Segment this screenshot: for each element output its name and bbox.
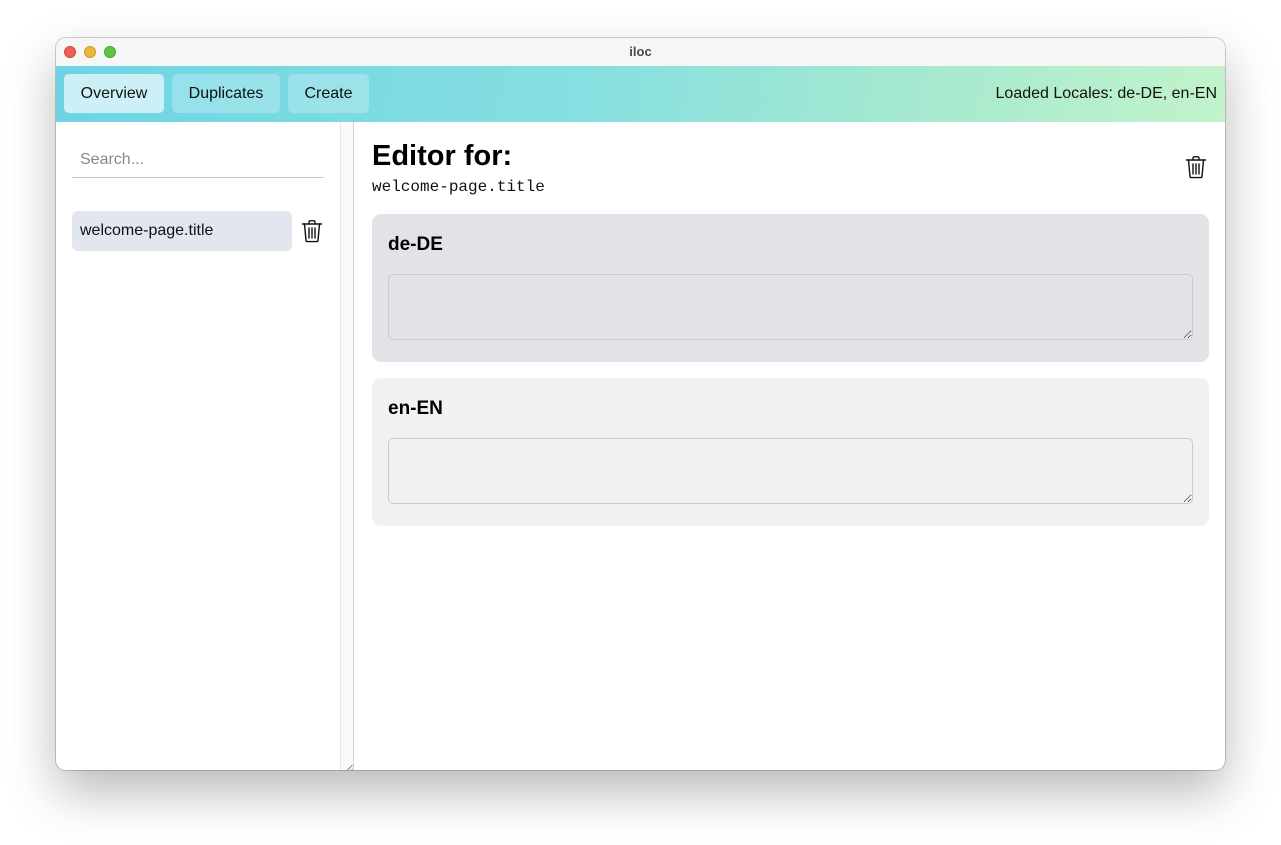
locale-card-en-en: en-EN <box>372 378 1209 526</box>
top-toolbar: Overview Duplicates Create Loaded Locale… <box>56 66 1225 122</box>
trash-icon[interactable] <box>301 219 323 243</box>
editor-key-name: welcome-page.title <box>372 178 545 196</box>
tab-duplicates[interactable]: Duplicates <box>172 74 280 113</box>
translation-input-de-de[interactable] <box>388 274 1193 340</box>
translation-input-en-en[interactable] <box>388 438 1193 504</box>
key-list-item[interactable]: welcome-page.title <box>72 211 292 251</box>
editor-panel: Editor for: welcome-page.title de-DE en-… <box>355 122 1225 770</box>
sidebar: welcome-page.title <box>56 122 340 770</box>
loaded-locales-status: Loaded Locales: de-DE, en-EN <box>995 85 1217 102</box>
window-title: iloc <box>629 44 652 59</box>
sidebar-scrollbar[interactable] <box>340 122 354 770</box>
tab-overview[interactable]: Overview <box>64 74 164 113</box>
locale-card-de-de: de-DE <box>372 214 1209 362</box>
locale-label: de-DE <box>388 234 443 255</box>
app-window: iloc Overview Duplicates Create Loaded L… <box>56 38 1225 770</box>
editor-heading: Editor for: <box>372 140 513 172</box>
locale-label: en-EN <box>388 398 443 419</box>
title-bar: iloc <box>56 38 1225 67</box>
delete-key-trash-icon[interactable] <box>1185 155 1207 179</box>
resize-grip-icon[interactable] <box>344 760 353 770</box>
tab-create[interactable]: Create <box>288 74 369 113</box>
search-input[interactable] <box>72 142 324 178</box>
